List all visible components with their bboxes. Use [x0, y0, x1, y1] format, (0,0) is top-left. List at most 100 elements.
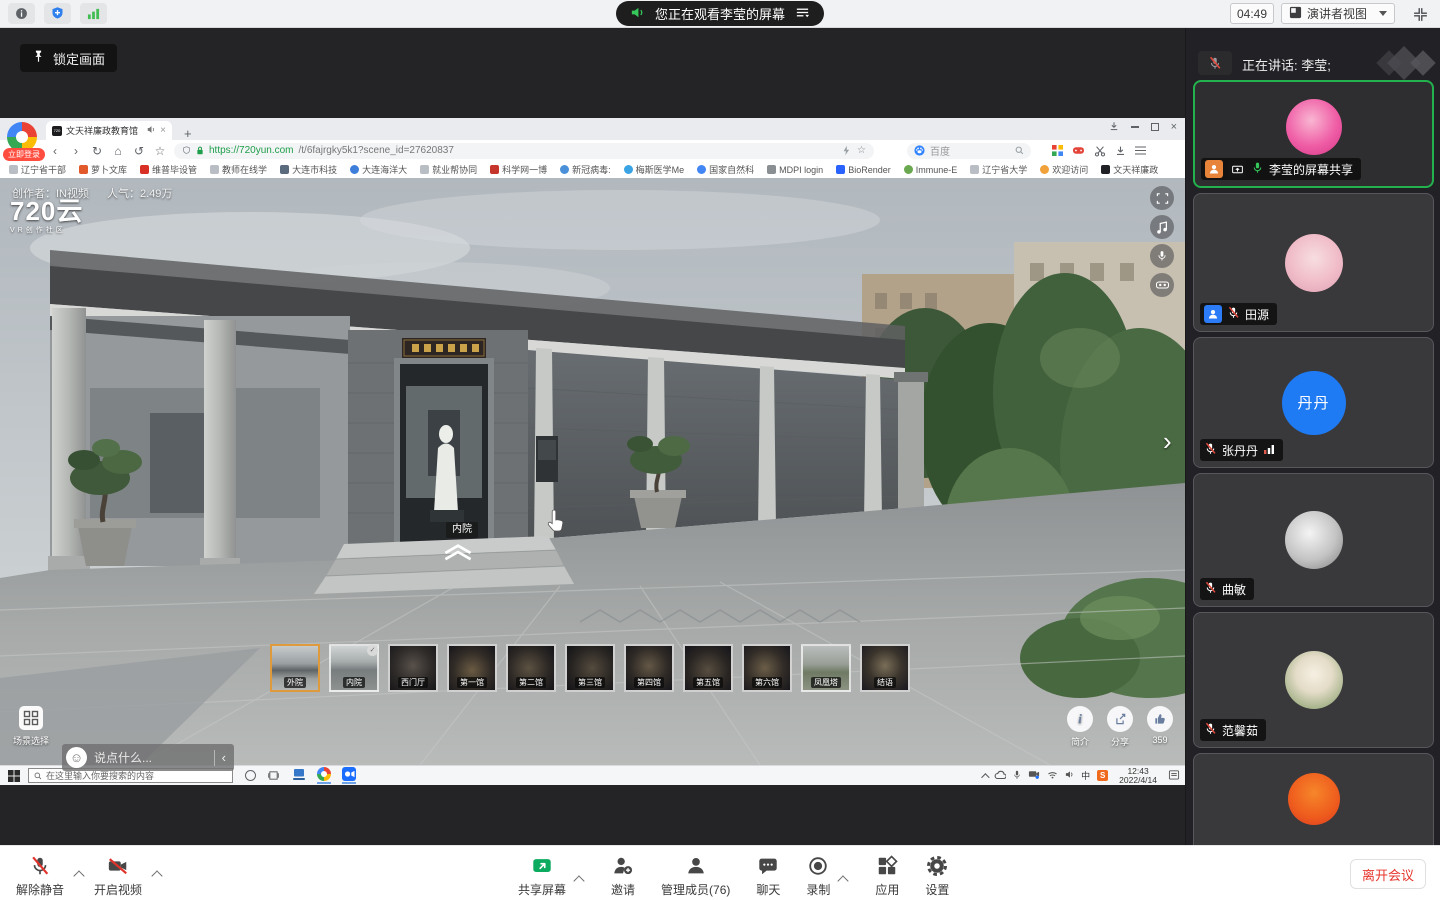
onedrive-cloud-icon[interactable]	[994, 770, 1006, 782]
bookmark-item[interactable]: 大连海洋大	[350, 163, 407, 176]
download-manager-icon[interactable]	[1109, 118, 1119, 136]
chat-button[interactable]: 聊天	[756, 854, 780, 898]
scene-thumbnail[interactable]: 第一馆	[447, 644, 497, 692]
volume-icon[interactable]	[1065, 770, 1074, 781]
tray-camera-icon[interactable]	[1028, 769, 1040, 782]
apps-button[interactable]: 应用	[875, 854, 899, 898]
cortana-icon[interactable]	[245, 770, 256, 781]
leave-meeting-button[interactable]: 离开会议	[1350, 859, 1426, 889]
invite-button[interactable]: 邀请	[611, 854, 635, 898]
participant-tile[interactable]: 李莹的屏幕共享	[1193, 80, 1434, 188]
task-view-icon[interactable]	[268, 770, 279, 781]
record-options-chevron[interactable]	[838, 875, 849, 886]
bookmark-item[interactable]: 就业帮协同	[420, 163, 477, 176]
hotspot-chevrons-icon[interactable]	[440, 542, 476, 567]
start-video-button[interactable]: 开启视频	[94, 854, 142, 898]
bookmark-item[interactable]: 欢迎访问	[1040, 163, 1088, 176]
unmute-button[interactable]: 解除静音	[16, 854, 64, 898]
participant-tile[interactable]: 丹丹 张丹丹	[1193, 337, 1434, 468]
mic-options-chevron[interactable]	[73, 870, 84, 881]
vr-site-logo[interactable]: 720云 VR创作社区	[10, 198, 83, 234]
bookmark-item[interactable]: 大连市科技	[280, 163, 337, 176]
quick-search-box[interactable]: 百度	[907, 143, 1031, 159]
security-shield-icon[interactable]	[44, 3, 71, 24]
emoji-icon[interactable]: ☺	[66, 747, 87, 768]
network-signal-icon[interactable]	[80, 3, 107, 24]
new-tab-button[interactable]: +	[184, 127, 192, 140]
notification-center-icon[interactable]	[1168, 769, 1180, 782]
scene-thumbnail[interactable]: 第四馆	[624, 644, 674, 692]
collapse-comment-icon[interactable]: ‹	[222, 750, 226, 765]
scene-thumbnail[interactable]: 西门厅	[388, 644, 438, 692]
participant-tile[interactable]: 田源	[1193, 193, 1434, 332]
manage-members-button[interactable]: 管理成员(76)	[661, 854, 730, 898]
fullscreen-icon[interactable]	[1150, 186, 1174, 210]
comment-input[interactable]: 说点什么...	[94, 749, 152, 766]
bookmark-item[interactable]: 维普毕设管	[140, 163, 197, 176]
bookmark-item[interactable]: 辽宁省干部	[9, 163, 66, 176]
microphone-icon[interactable]	[1150, 244, 1174, 268]
bookmark-item[interactable]: MDPI login	[767, 165, 823, 175]
intro-button[interactable]: i 简介	[1062, 706, 1098, 748]
scene-select-button[interactable]: 场景选择	[8, 706, 54, 747]
scene-thumbnail[interactable]: 第二馆	[506, 644, 556, 692]
undo-button[interactable]: ↺	[132, 145, 146, 157]
settings-button[interactable]: 设置	[925, 854, 949, 898]
scene-thumbnail[interactable]: 第五馆	[683, 644, 733, 692]
tab-close-icon[interactable]: ×	[160, 126, 166, 136]
wifi-icon[interactable]	[1047, 770, 1058, 781]
tab-audio-icon[interactable]	[147, 125, 156, 136]
scene-thumbnail[interactable]: 第三馆	[565, 644, 615, 692]
tray-expand-icon[interactable]	[981, 773, 989, 781]
bookmark-item[interactable]: 萝卜文库	[79, 163, 127, 176]
bookmark-item[interactable]: 科学网一博	[490, 163, 547, 176]
minimize-icon[interactable]	[1131, 126, 1139, 128]
participant-tile[interactable]	[1193, 753, 1434, 845]
participant-tile[interactable]: 曲敏	[1193, 473, 1434, 607]
bookmark-item[interactable]: 梅斯医学Me	[624, 163, 685, 176]
back-button[interactable]: ‹	[48, 145, 62, 157]
record-button[interactable]: 录制	[806, 854, 830, 898]
hotspot-label[interactable]: 内院	[446, 522, 478, 538]
like-button[interactable]: 359	[1142, 706, 1178, 748]
lock-view-button[interactable]: 锁定画面	[20, 44, 117, 72]
browser-menu-icon[interactable]	[1135, 150, 1146, 152]
ime-indicator[interactable]: 中	[1081, 769, 1090, 782]
favorite-star-icon[interactable]: ☆	[153, 145, 167, 157]
downloads-icon[interactable]	[1115, 145, 1126, 156]
meeting-info-icon[interactable]	[8, 3, 35, 24]
taskbar-clock[interactable]: 12:432022/4/14	[1119, 767, 1157, 785]
banner-menu-icon[interactable]	[795, 5, 810, 23]
next-scene-arrow[interactable]: ›	[1163, 428, 1172, 454]
participant-tile[interactable]: 范馨茹	[1193, 612, 1434, 748]
scene-thumbnail[interactable]: 凤凰塔	[801, 644, 851, 692]
share-button[interactable]: 分享	[1102, 706, 1138, 748]
bookmark-item[interactable]: BioRender	[836, 165, 891, 175]
music-icon[interactable]	[1150, 215, 1174, 239]
app-icon-meeting[interactable]	[342, 767, 356, 784]
refresh-button[interactable]: ↻	[90, 145, 104, 157]
scene-thumbnail[interactable]: ✓内院	[329, 644, 379, 692]
scene-thumbnail[interactable]: 第六馆	[742, 644, 792, 692]
bookmark-item[interactable]: 文天祥廉政	[1101, 163, 1158, 176]
app-icon-browser[interactable]	[317, 767, 331, 784]
close-window-icon[interactable]: ×	[1171, 122, 1177, 133]
sogou-input-icon[interactable]: S	[1097, 770, 1108, 781]
bookmark-item[interactable]: 辽宁省大学	[970, 163, 1027, 176]
bookmark-item[interactable]: Immune-E	[904, 165, 958, 175]
address-bar[interactable]: https://720yun.com/t/6fajrgky5k1?scene_i…	[174, 143, 874, 159]
start-button[interactable]	[8, 770, 20, 782]
browser-tab[interactable]: 720 文天祥廉政教育馆 ×	[46, 121, 172, 140]
bookmark-item[interactable]: 国家自然科	[697, 163, 754, 176]
bookmark-item[interactable]: 教师在线学	[210, 163, 267, 176]
bookmark-star-icon[interactable]: ☆	[857, 145, 866, 156]
vr-panorama-viewer[interactable]: 创作者：IN视频 人气：2.49万 720云 VR创作社区	[0, 178, 1185, 765]
maximize-icon[interactable]	[1151, 123, 1159, 131]
tray-mic-icon[interactable]	[1013, 770, 1021, 782]
share-options-chevron[interactable]	[573, 875, 584, 886]
app-icon-pc[interactable]	[292, 768, 306, 783]
home-button[interactable]: ⌂	[111, 145, 125, 157]
share-screen-button[interactable]: 共享屏幕	[518, 854, 566, 898]
browser-login-button[interactable]: 立即登录	[3, 148, 45, 161]
vr-goggles-icon[interactable]	[1150, 273, 1174, 297]
